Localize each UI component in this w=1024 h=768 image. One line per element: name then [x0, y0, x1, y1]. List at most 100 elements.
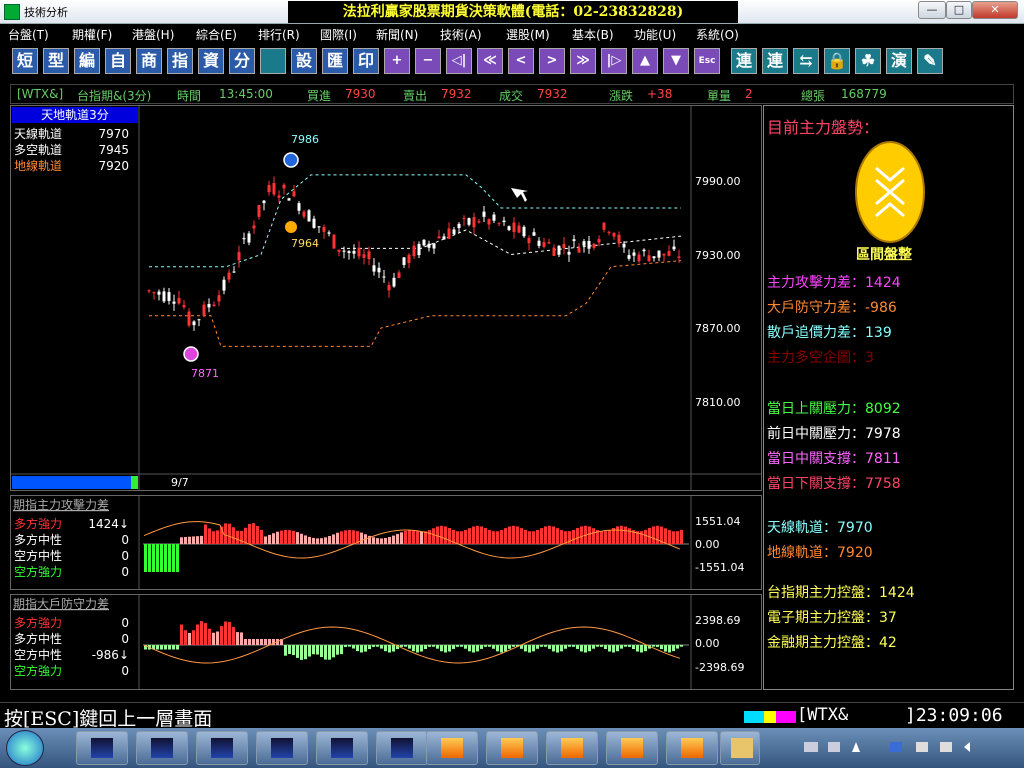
toolbar-right-button-3[interactable]: 🔒 — [824, 48, 850, 74]
windows-app-icon — [501, 738, 523, 758]
close-button[interactable]: ✕ — [972, 1, 1018, 19]
toolbar-right-button-2[interactable]: ⇆ — [793, 48, 819, 74]
toolbar-right-button-6[interactable]: ✎ — [917, 48, 943, 74]
symbol-code: [WTX&] — [17, 87, 64, 101]
menu-item-5[interactable]: 國際(I) — [320, 26, 357, 43]
candle-body — [407, 254, 411, 263]
toolbar-button-b2[interactable]: 印 — [353, 48, 379, 74]
taskbar-app-5[interactable] — [376, 731, 428, 765]
menu-item-0[interactable]: 台盤(T) — [8, 26, 49, 43]
nav-button-6[interactable]: ≫ — [570, 48, 596, 74]
menu-item-7[interactable]: 技術(A) — [440, 26, 482, 43]
toolbar-right-button-5[interactable]: 演 — [886, 48, 912, 74]
taskbar-app-6[interactable] — [426, 731, 478, 765]
menu-item-9[interactable]: 基本(B) — [572, 26, 614, 43]
nav-button-9[interactable]: ▼ — [663, 48, 689, 74]
sub2-bars-bar — [404, 645, 407, 647]
taskbar-app-7[interactable] — [486, 731, 538, 765]
sub2-bars-bar — [384, 645, 387, 652]
sub1-bars-bar — [664, 528, 667, 544]
sub1-bars-bar — [328, 536, 331, 544]
candle-body — [392, 277, 396, 287]
nav-button-2[interactable]: ◁| — [446, 48, 472, 74]
nav-button-1[interactable]: − — [415, 48, 441, 74]
maximize-button[interactable]: □ — [946, 1, 972, 19]
windows-start-icon[interactable] — [6, 730, 44, 766]
defense-force-chart[interactable]: 期指大戶防守力差 多方強力 0 多方中性 0 空方中性 -986↓ 空方強力 0 2398.6… — [11, 595, 761, 689]
toolbar-button-7[interactable]: 分 — [229, 48, 255, 74]
menu-item-4[interactable]: 排行(R) — [258, 26, 300, 43]
menu-item-10[interactable]: 功能(U) — [634, 26, 676, 43]
menu-item-8[interactable]: 選股(M) — [506, 26, 550, 43]
taskbar-app-8[interactable] — [546, 731, 598, 765]
menu-item-2[interactable]: 港盤(H) — [132, 26, 174, 43]
nav-button-10[interactable]: Esc — [694, 48, 720, 74]
nav-button-3[interactable]: ≪ — [477, 48, 503, 74]
nav-button-0[interactable]: + — [384, 48, 410, 74]
sub2-bars-bar — [220, 626, 223, 645]
price-chart-panel[interactable]: 天地軌道3分 天線軌道 7970 多空軌道 7945 地線軌道 7920 9/7 7990… — [10, 105, 762, 491]
sub1-bars-bar — [556, 528, 559, 544]
sub1-bars-bar — [316, 538, 319, 544]
attack-force-chart[interactable]: 期指主力攻擊力差 多方強力 1424↓ 多方中性 0 空方中性 0 空方強力 0 1551.0… — [11, 496, 761, 589]
folder-app[interactable] — [720, 731, 760, 765]
chart-tool-icon[interactable] — [260, 48, 286, 74]
trend-header: 目前主力盤勢： — [767, 118, 880, 137]
taskbar-app-9[interactable] — [606, 731, 658, 765]
toolbar-button-0[interactable]: 短 — [12, 48, 38, 74]
toolbar-button-2[interactable]: 編 — [74, 48, 100, 74]
sub2-bars-bar — [156, 645, 159, 650]
nav-button-4[interactable]: < — [508, 48, 534, 74]
taskbar-app-4[interactable] — [316, 731, 368, 765]
taskbar-app-2[interactable] — [196, 731, 248, 765]
tray-icons[interactable] — [800, 738, 1000, 758]
toolbar-button-4[interactable]: 商 — [136, 48, 162, 74]
toolbar-button-1[interactable]: 型 — [43, 48, 69, 74]
windows-taskbar — [0, 728, 1024, 768]
minimize-button[interactable]: — — [918, 1, 946, 19]
nav-button-8[interactable]: ▲ — [632, 48, 658, 74]
menu-item-1[interactable]: 期權(F) — [72, 26, 112, 43]
candle-body — [297, 203, 301, 211]
nav-button-7[interactable]: |▷ — [601, 48, 627, 74]
toolbar-right-button-4[interactable]: ☘ — [855, 48, 881, 74]
candle-body — [527, 237, 531, 244]
sub2-bars-bar — [392, 645, 395, 652]
sub2-bars-bar — [664, 645, 667, 652]
toolbar-button-b1[interactable]: 匯 — [322, 48, 348, 74]
toolbar-button-b0[interactable]: 設 — [291, 48, 317, 74]
toolbar-button-6[interactable]: 資 — [198, 48, 224, 74]
rp-group2-value-2: 7811 — [865, 451, 901, 467]
taskbar-app-10[interactable] — [666, 731, 718, 765]
taskbar-app-3[interactable] — [256, 731, 308, 765]
chart-app-icon — [91, 738, 113, 758]
sub1-bars-bar — [200, 535, 203, 544]
menu-item-11[interactable]: 系統(O) — [696, 26, 739, 43]
toolbar-button-3[interactable]: 自 — [105, 48, 131, 74]
scrollbar-thumb[interactable] — [131, 476, 138, 489]
sub2-bars-bar — [508, 645, 511, 649]
attack-force-panel[interactable]: 期指主力攻擊力差 多方強力 1424↓ 多方中性 0 空方中性 0 空方強力 0 1551.0… — [10, 495, 762, 590]
sub1-bars-bar — [260, 529, 263, 544]
menu-item-6[interactable]: 新聞(N) — [376, 26, 418, 43]
sub2-bars-bar — [424, 645, 427, 649]
defense-force-panel[interactable]: 期指大戶防守力差 多方強力 0 多方中性 0 空方中性 -986↓ 空方強力 0 2398.6… — [10, 594, 762, 690]
price-chart[interactable]: 天地軌道3分 天線軌道 7970 多空軌道 7945 地線軌道 7920 9/7 7990… — [11, 106, 761, 490]
time-scrollbar[interactable] — [12, 476, 138, 489]
taskbar-app-1[interactable] — [136, 731, 188, 765]
sub2-bars-bar — [584, 645, 587, 653]
sub2-bars-bar — [456, 645, 459, 647]
taskbar-app-0[interactable] — [76, 731, 128, 765]
toolbar-button-5[interactable]: 指 — [167, 48, 193, 74]
candle-body — [227, 272, 231, 280]
toolbar-right-button-1[interactable]: 連 — [762, 48, 788, 74]
rp-group3-value-0: 7970 — [837, 520, 873, 536]
candle-body — [237, 251, 241, 261]
menu-item-3[interactable]: 綜合(E) — [196, 26, 237, 43]
change-value: +38 — [647, 87, 673, 101]
main-yaxis-tick-2: 7870.00 — [695, 322, 741, 335]
sub2-bars-bar — [440, 645, 443, 652]
toolbar-right-button-0[interactable]: 連 — [731, 48, 757, 74]
nav-button-5[interactable]: > — [539, 48, 565, 74]
sub1-bars-bar — [496, 531, 499, 544]
